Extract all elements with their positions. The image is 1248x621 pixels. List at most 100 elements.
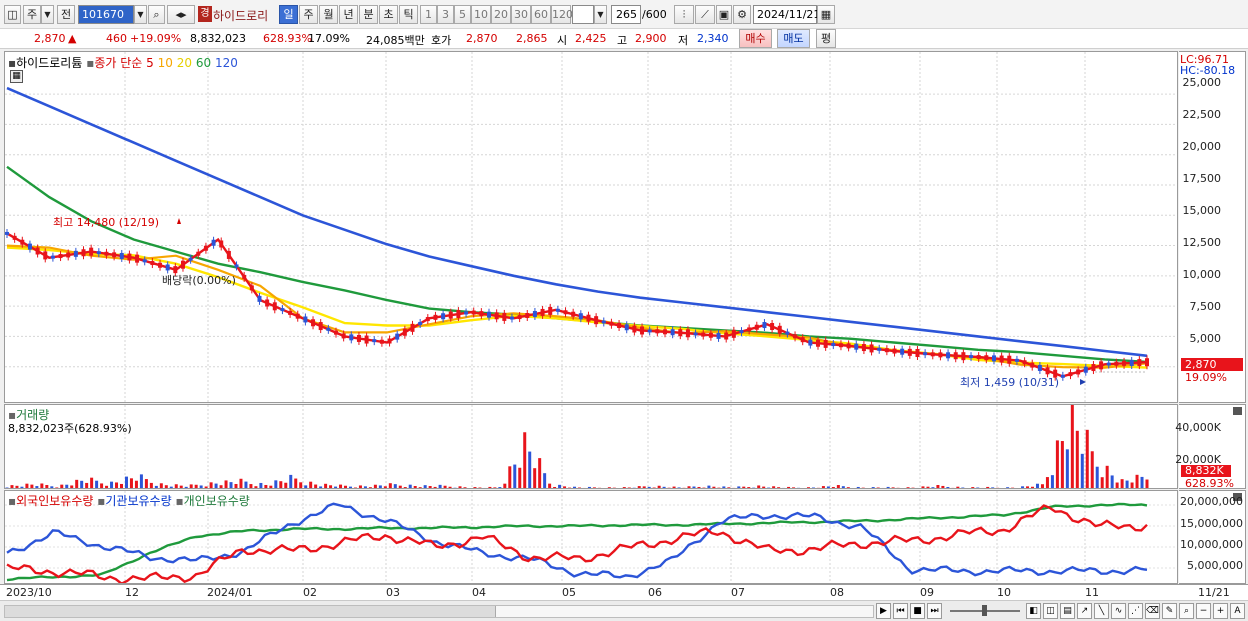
volume-bar [249,484,253,488]
save-icon[interactable]: ▣ [716,5,732,24]
candle-body [66,252,71,258]
candle-body [127,253,132,261]
volume-bar [329,485,333,488]
candle-body [188,257,193,261]
candle-body [119,252,124,259]
volume-bar [573,486,577,488]
zoom-slider-handle[interactable] [982,605,987,616]
search-icon[interactable]: ⌕ [148,5,165,24]
count-input[interactable]: 265 [611,5,641,24]
overlay-icon[interactable]: ◫ [1043,603,1058,619]
fast-forward-icon[interactable]: ⏭ [927,603,942,619]
volume-bar [493,487,497,488]
volume-bar [757,485,761,488]
volume-bar [996,487,1000,488]
volume-bar [1060,441,1064,488]
step-5-button[interactable]: 5 [454,5,471,24]
zoom-in-icon[interactable]: + [1213,603,1228,619]
candle-body [158,262,163,268]
candle-body [441,313,446,320]
candle-body [555,308,560,312]
grid-toggle-icon[interactable]: ▦ [10,70,23,83]
period-week-tab[interactable]: 주 [299,5,318,24]
holdings-panel[interactable]: ▪외국인보유수량 ▪기관보유수량 ▪개인보유수량 [4,490,1178,584]
stock-dropdown-icon[interactable]: ▼ [134,5,147,24]
volume-bar [105,485,109,488]
volume-bar [259,482,263,488]
step-10-button[interactable]: 10 [471,5,491,24]
volume-bar [75,479,79,488]
gear-icon[interactable]: ⚙ [733,5,751,24]
table-view-icon[interactable]: ▤ [1060,603,1075,619]
scroll-right-icon[interactable]: ▶ [876,603,891,619]
evaluate-button[interactable]: 평 [816,29,836,48]
market-select[interactable]: 주 [23,5,41,24]
date-input[interactable]: 2024/11/21 [753,5,820,24]
volume-chart[interactable] [5,405,1178,489]
step-1-button[interactable]: 1 [420,5,437,24]
chart-scrollbar[interactable] [4,605,874,618]
candle-body [333,330,338,335]
stock-code-input[interactable]: 101670 [78,5,134,24]
candle-body [800,337,805,343]
drawing-tool-icon[interactable]: ⟋ [695,5,715,24]
candle-body [961,352,966,361]
volume-bar [134,480,138,488]
period-minute-tab[interactable]: 분 [359,5,378,24]
trend-icon[interactable]: ↗ [1077,603,1092,619]
volume-bar [787,486,791,488]
volume-bar [314,484,318,488]
period-tick-tab[interactable]: 틱 [399,5,418,24]
font-size-icon[interactable]: A [1230,603,1245,619]
period-month-tab[interactable]: 월 [319,5,338,24]
candle-body [685,329,690,338]
period-day-tab[interactable]: 일 [279,5,298,24]
zoom-search-icon[interactable]: ⌕ [1179,603,1194,619]
calendar-icon[interactable]: ▦ [817,5,835,24]
volume-bar [697,486,701,488]
candle-body [89,247,94,256]
period-year-tab[interactable]: 년 [339,5,358,24]
scrollbar-thumb[interactable] [495,606,873,617]
volume-bar [1135,474,1139,488]
candle-body [1145,358,1149,367]
sound-icon[interactable]: ◂▸ [167,5,195,24]
line-tool-icon[interactable]: ╲ [1094,603,1109,619]
split-view-icon[interactable]: ◧ [1026,603,1041,619]
step-60-button[interactable]: 60 [531,5,551,24]
wave-tool-icon[interactable]: ∿ [1111,603,1126,619]
volume-bar [767,487,771,488]
candle-body [425,317,430,322]
market-dropdown-icon[interactable]: ▼ [41,5,54,24]
step-120-button[interactable]: 120 [551,5,573,24]
candle-body [356,334,361,342]
step-30-button[interactable]: 30 [511,5,531,24]
sell-button[interactable]: 매도 [777,29,810,48]
fibonacci-icon[interactable]: ⋰ [1128,603,1143,619]
step-3-button[interactable]: 3 [437,5,454,24]
eraser-icon[interactable]: ⌫ [1145,603,1160,619]
candle-body [869,344,874,353]
buy-button[interactable]: 매수 [739,29,772,48]
zoom-out-icon[interactable]: − [1196,603,1211,619]
stop-icon[interactable]: ■ [910,603,925,619]
panel-close-icon[interactable] [1233,407,1242,415]
rewind-icon[interactable]: ⏮ [893,603,908,619]
period-second-tab[interactable]: 초 [379,5,398,24]
volume-panel[interactable]: ▪거래량 8,832,023주(628.93%) [4,404,1178,489]
pen-icon[interactable]: ✎ [1162,603,1177,619]
volume-bar [722,486,726,488]
layout-icon[interactable]: ◫ [4,5,21,24]
candle-body [930,352,935,357]
step-20-button[interactable]: 20 [491,5,511,24]
prev-button[interactable]: 전 [57,5,75,24]
volume-tick: 40,000K [1175,421,1221,434]
price-chart[interactable] [5,52,1178,403]
step-dropdown-icon[interactable]: ▼ [594,5,607,24]
volume-bar [189,484,193,488]
custom-step-input[interactable] [572,5,594,24]
bid-price: 2,865 [516,32,548,45]
candle-body [112,252,117,258]
price-chart-panel[interactable]: ▪하이드로리튬 ▪종가 단순 5 10 20 60 120 ▦ 최고 14,48… [4,51,1178,403]
candle-type-icon[interactable]: ⫶ [674,5,694,24]
